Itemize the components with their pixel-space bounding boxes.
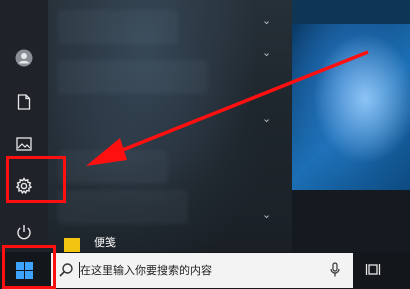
desktop-screen: ⌄ ⌄ ⌄ ⌄ 便笺 在这里输入你要搜索的内容: [0, 0, 410, 289]
annotation-arrow: [86, 50, 369, 166]
